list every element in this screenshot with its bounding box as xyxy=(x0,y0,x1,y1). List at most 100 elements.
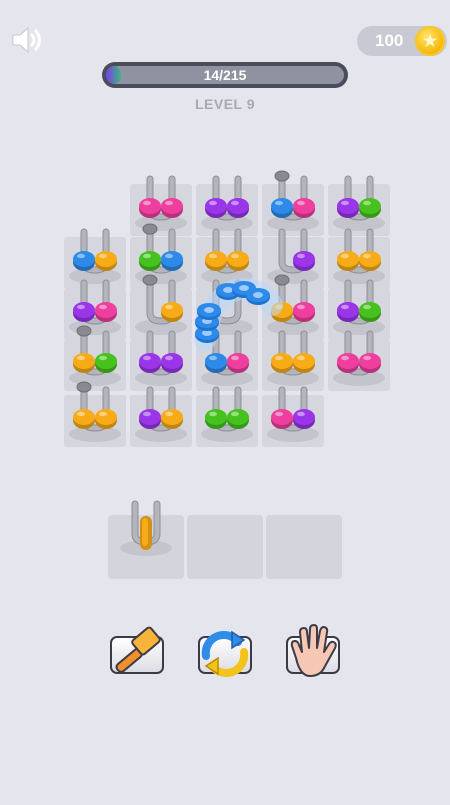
hammer-booster-button[interactable] xyxy=(106,622,168,684)
blue-ring-hole xyxy=(239,285,249,291)
orange-ring-top xyxy=(73,409,95,425)
hand-booster-button[interactable] xyxy=(282,622,344,684)
blue-ring-top xyxy=(161,251,183,267)
ring-highlight xyxy=(165,304,173,310)
ring-highlight xyxy=(297,411,305,417)
ring-highlight xyxy=(143,355,151,361)
tray-slot-1[interactable] xyxy=(108,515,184,579)
orange-ring-top xyxy=(293,353,315,369)
green-ring-top xyxy=(227,409,249,425)
pink-ring-top xyxy=(227,353,249,369)
peg-knob xyxy=(76,381,92,393)
ring-highlight xyxy=(99,253,107,259)
pink-ring-top xyxy=(161,198,183,214)
purple-ring-top xyxy=(337,302,359,318)
ring-highlight xyxy=(143,200,151,206)
ring-highlight xyxy=(231,200,239,206)
pink-ring-top xyxy=(293,198,315,214)
orange-ring-top xyxy=(161,302,183,318)
ring-highlight xyxy=(209,411,217,417)
ring-highlight xyxy=(99,411,107,417)
ring-highlight xyxy=(77,304,85,310)
ring-highlight xyxy=(165,411,173,417)
ring-highlight xyxy=(165,253,173,259)
pink-ring-top xyxy=(95,302,117,318)
hammer-icon xyxy=(115,626,161,673)
tray-slot-3[interactable] xyxy=(266,515,342,579)
blue-ring-hole xyxy=(204,307,214,313)
ring-highlight xyxy=(341,253,349,259)
ring-highlight xyxy=(143,253,151,259)
tray-slot-2[interactable] xyxy=(187,515,263,579)
ring-highlight xyxy=(165,355,173,361)
orange-ring-top xyxy=(271,353,293,369)
pink-ring-top xyxy=(337,353,359,369)
ring-highlight xyxy=(363,253,371,259)
ring-highlight xyxy=(209,253,217,259)
blue-ring-top xyxy=(205,353,227,369)
purple-ring-top xyxy=(293,409,315,425)
ring-highlight xyxy=(297,200,305,206)
hand-icon xyxy=(290,624,337,677)
ring-highlight xyxy=(297,253,305,259)
ring-highlight xyxy=(165,200,173,206)
green-ring-top xyxy=(95,353,117,369)
peg-knob xyxy=(274,274,290,286)
purple-ring-top xyxy=(139,353,161,369)
shuffle-booster-button[interactable] xyxy=(194,622,256,684)
green-ring-top xyxy=(359,198,381,214)
ring-highlight xyxy=(297,355,305,361)
orange-ring-top xyxy=(95,409,117,425)
purple-ring-top xyxy=(139,409,161,425)
peg-knob xyxy=(142,223,158,235)
purple-ring-top xyxy=(293,251,315,267)
ring-highlight xyxy=(231,411,239,417)
purple-ring-top xyxy=(73,302,95,318)
orange-ring-top xyxy=(337,251,359,267)
ring-highlight xyxy=(99,304,107,310)
ring-highlight xyxy=(275,200,283,206)
green-ring-top xyxy=(139,251,161,267)
ring-highlight xyxy=(275,411,283,417)
orange-ring-top xyxy=(73,353,95,369)
blue-ring-top xyxy=(73,251,95,267)
purple-ring-top xyxy=(227,198,249,214)
ring-highlight xyxy=(231,355,239,361)
ring-highlight xyxy=(341,304,349,310)
ring-highlight xyxy=(77,355,85,361)
ring-highlight xyxy=(209,355,217,361)
orange-ring-top xyxy=(161,409,183,425)
purple-ring-top xyxy=(205,198,227,214)
ring-highlight xyxy=(275,355,283,361)
ring-highlight xyxy=(363,304,371,310)
ring-highlight xyxy=(341,200,349,206)
orange-ring-top xyxy=(227,251,249,267)
ring-highlight xyxy=(363,355,371,361)
ring-highlight xyxy=(209,200,217,206)
peg-knob xyxy=(76,325,92,337)
purple-ring-top xyxy=(161,353,183,369)
orange-ring-top xyxy=(95,251,117,267)
blue-ring-hole xyxy=(253,292,263,298)
peg-knob xyxy=(142,274,158,286)
ring-highlight xyxy=(99,355,107,361)
ring-highlight xyxy=(231,253,239,259)
blue-ring-hole xyxy=(223,287,233,293)
ring-highlight xyxy=(77,253,85,259)
blue-ring-top xyxy=(271,198,293,214)
green-ring-top xyxy=(359,302,381,318)
ring-highlight xyxy=(341,355,349,361)
ring-highlight xyxy=(297,304,305,310)
green-ring-top xyxy=(205,409,227,425)
orange-ring-top xyxy=(359,251,381,267)
ring-highlight xyxy=(143,411,151,417)
pink-ring-top xyxy=(139,198,161,214)
peg-knob xyxy=(274,170,290,182)
shuffle-icon xyxy=(201,630,249,677)
ring-highlight xyxy=(363,200,371,206)
purple-ring-top xyxy=(337,198,359,214)
orange-ring-top xyxy=(205,251,227,267)
pink-ring-top xyxy=(359,353,381,369)
pink-ring-top xyxy=(293,302,315,318)
ring-highlight xyxy=(77,411,85,417)
